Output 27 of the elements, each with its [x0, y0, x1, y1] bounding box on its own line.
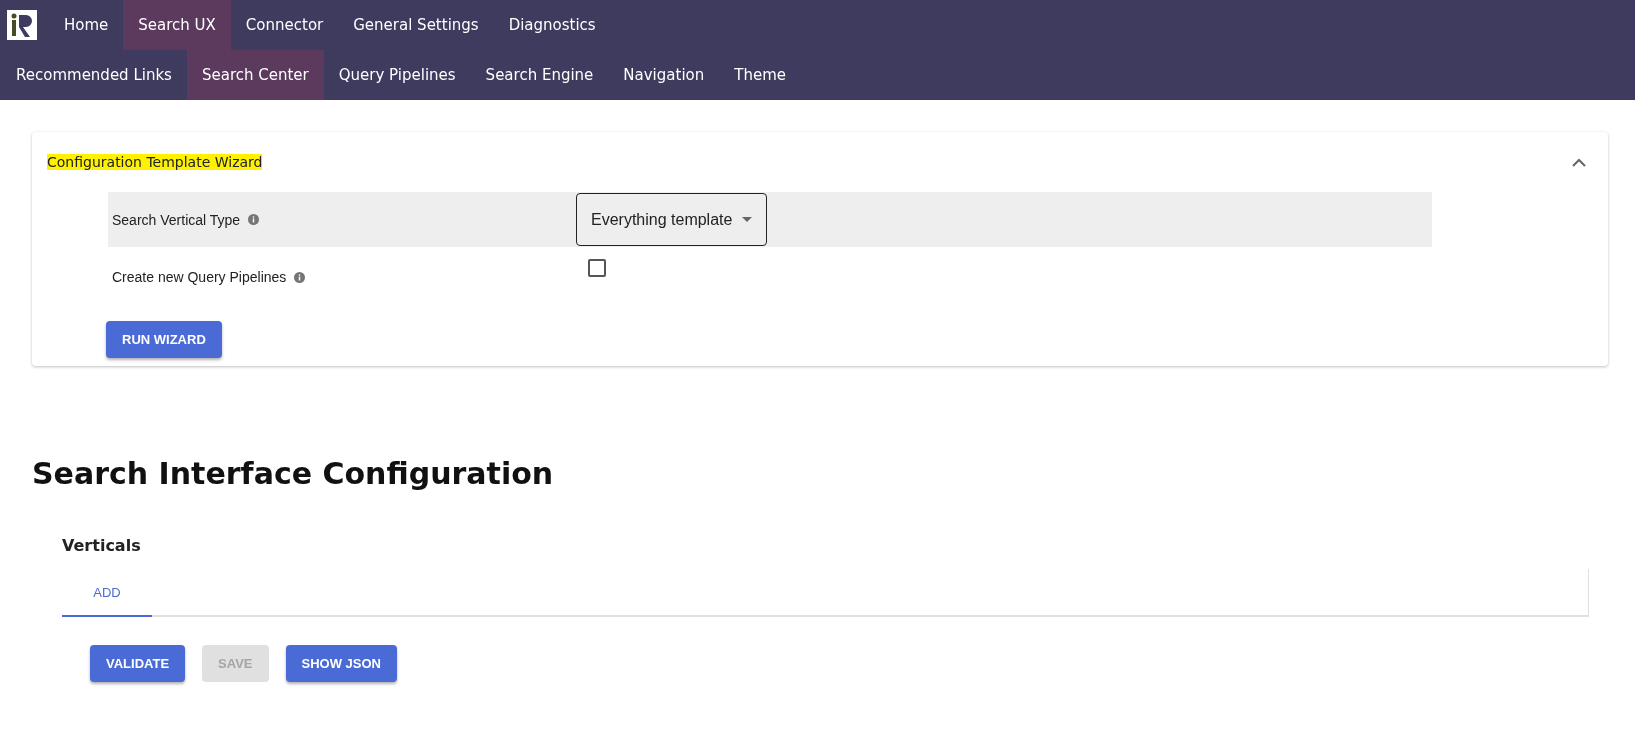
page-heading: Search Interface Configuration — [32, 456, 555, 491]
nav-tab[interactable]: Diagnostics — [493, 0, 611, 50]
dropdown-field[interactable]: Everything template — [576, 193, 768, 246]
logo-icon[interactable] — [7, 10, 37, 40]
nav-tab[interactable]: Home — [49, 0, 124, 50]
field-label: Create new Query Pipelines — [112, 269, 287, 285]
wizard-title: Configuration Template Wizard — [47, 154, 263, 170]
run-wizard-button[interactable]: RUN WIZARD — [106, 321, 222, 358]
chevron-up-icon[interactable] — [1572, 157, 1586, 167]
checkbox[interactable] — [588, 259, 606, 277]
nav-tab[interactable]: Search Center — [186, 50, 324, 100]
nav-tab[interactable]: Query Pipelines — [323, 50, 471, 100]
action-button: SAVE — [202, 645, 269, 682]
info-icon[interactable] — [248, 214, 260, 225]
nav-tab[interactable]: General Settings — [338, 0, 494, 50]
nav-tab[interactable]: Search UX — [123, 0, 231, 50]
section-title: Verticals — [62, 536, 142, 555]
tab[interactable]: ADD — [62, 569, 152, 617]
action-button[interactable]: VALIDATE — [90, 645, 186, 682]
nav-tab[interactable]: Theme — [719, 50, 801, 100]
nav-tab[interactable]: Recommended Links — [0, 50, 187, 100]
field-label: Search Vertical Type — [112, 211, 241, 228]
nav-tab[interactable]: Connector — [230, 0, 339, 50]
info-icon[interactable] — [294, 271, 306, 283]
nav-tab[interactable]: Navigation — [608, 50, 720, 100]
action-button[interactable]: SHOW JSON — [285, 645, 397, 682]
nav-tab[interactable]: Search Engine — [470, 50, 609, 100]
